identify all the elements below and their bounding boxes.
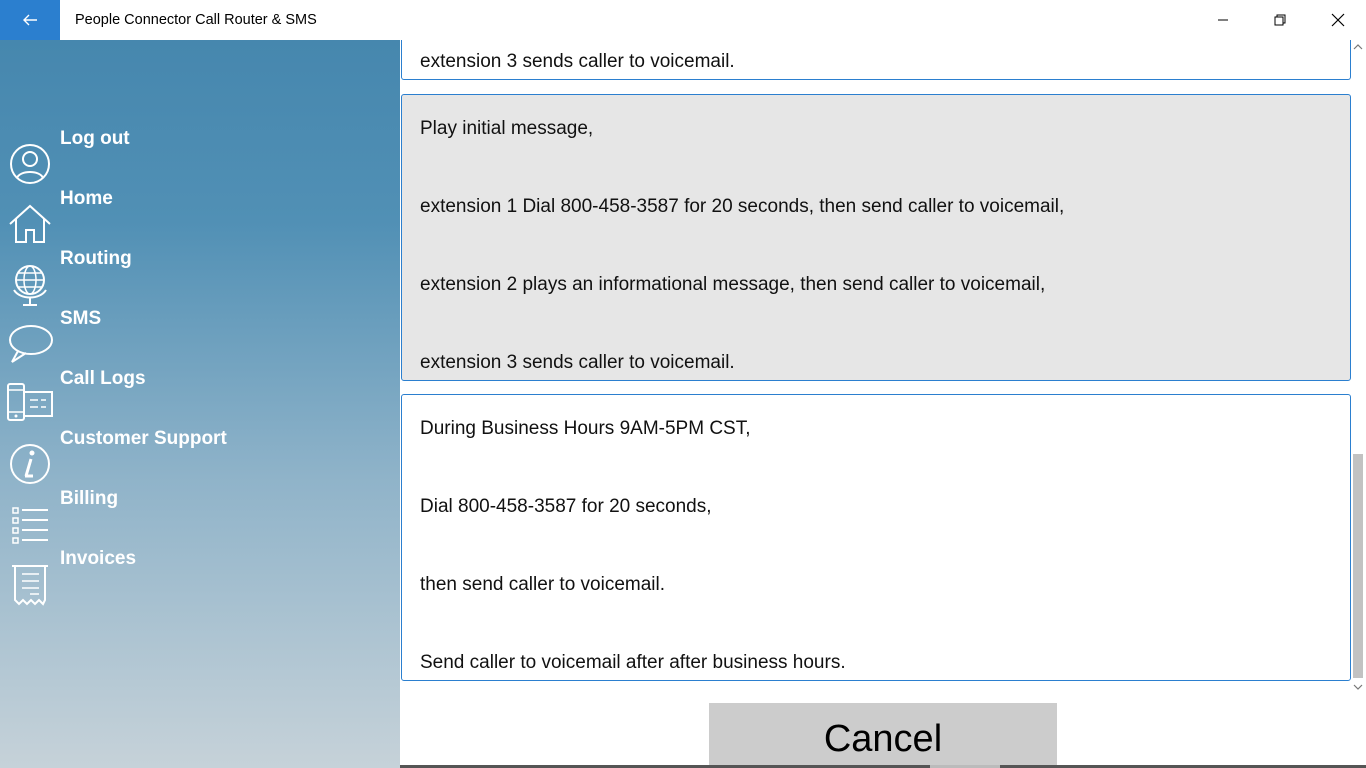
routing-option-line: extension 3 sends caller to voicemail.: [420, 51, 735, 72]
sidebar-item-routing[interactable]: Routing: [0, 246, 400, 306]
globe-icon: [13, 265, 47, 306]
sidebar-item-label: Customer Support: [60, 428, 227, 449]
phone-list-icon: [7, 383, 53, 421]
list-icon: [12, 507, 48, 544]
scrollbar-thumb[interactable]: [1353, 454, 1363, 678]
minimize-button[interactable]: [1194, 0, 1251, 40]
routing-option-card-selected[interactable]: Play initial message, extension 1 Dial 8…: [401, 94, 1351, 381]
restore-button[interactable]: [1251, 0, 1308, 40]
routing-option-line: extension 3 sends caller to voicemail.: [420, 352, 735, 373]
chevron-up-icon: [1353, 44, 1363, 50]
sidebar-item-label: Routing: [60, 248, 132, 269]
routing-option-line: extension 2 plays an informational messa…: [420, 274, 1046, 295]
restore-icon: [1274, 14, 1285, 26]
routing-option-card[interactable]: During Business Hours 9AM-5PM CST, Dial …: [401, 394, 1351, 681]
back-arrow-icon: [23, 14, 37, 26]
sidebar-item-label: Call Logs: [60, 368, 146, 389]
routing-options-list: extension 3 sends caller to voicemail. P…: [400, 40, 1366, 768]
routing-option-line: extension 1 Dial 800-458-3587 for 20 sec…: [420, 196, 1065, 217]
minimize-icon: [1217, 19, 1228, 21]
user-icon: [10, 144, 50, 184]
sidebar-item-label: Billing: [60, 488, 119, 509]
info-icon: [10, 444, 50, 484]
sidebar: Log out Home Routing SMS Call Logs Custo…: [0, 40, 400, 768]
receipt-icon: [12, 565, 48, 606]
scroll-up-button[interactable]: [1350, 40, 1366, 54]
routing-option-line: Play initial message,: [420, 118, 594, 139]
sidebar-item-label: Log out: [60, 128, 130, 149]
back-button[interactable]: [0, 0, 60, 40]
title-bar: People Connector Call Router & SMS: [0, 0, 1366, 40]
close-button[interactable]: [1309, 0, 1366, 40]
routing-option-card[interactable]: extension 3 sends caller to voicemail.: [401, 40, 1351, 80]
sidebar-item-sms[interactable]: SMS: [0, 306, 400, 366]
chat-bubble-icon: [9, 325, 53, 363]
routing-option-line: then send caller to voicemail.: [420, 574, 666, 595]
home-icon: [9, 204, 51, 243]
close-icon: [1331, 13, 1344, 27]
sidebar-item-call-logs[interactable]: Call Logs: [0, 366, 400, 426]
sidebar-item-customer-support[interactable]: Customer Support: [0, 426, 400, 486]
sidebar-item-billing[interactable]: Billing: [0, 486, 400, 546]
sidebar-item-invoices[interactable]: Invoices: [0, 546, 400, 606]
routing-option-line: During Business Hours 9AM-5PM CST,: [420, 418, 751, 439]
cancel-button[interactable]: Cancel: [709, 703, 1057, 768]
window-title: People Connector Call Router & SMS: [75, 12, 317, 28]
routing-option-line: Send caller to voicemail after after bus…: [420, 652, 846, 673]
routing-option-line: Dial 800-458-3587 for 20 seconds,: [420, 496, 712, 517]
scroll-down-button[interactable]: [1350, 680, 1366, 694]
sidebar-item-label: SMS: [60, 308, 102, 329]
sidebar-item-log-out[interactable]: Log out: [0, 126, 400, 186]
vertical-scrollbar[interactable]: [1350, 40, 1366, 696]
sidebar-item-label: Home: [60, 188, 113, 209]
sidebar-item-home[interactable]: Home: [0, 186, 400, 246]
chevron-down-icon: [1353, 684, 1363, 690]
sidebar-item-label: Invoices: [60, 548, 137, 569]
